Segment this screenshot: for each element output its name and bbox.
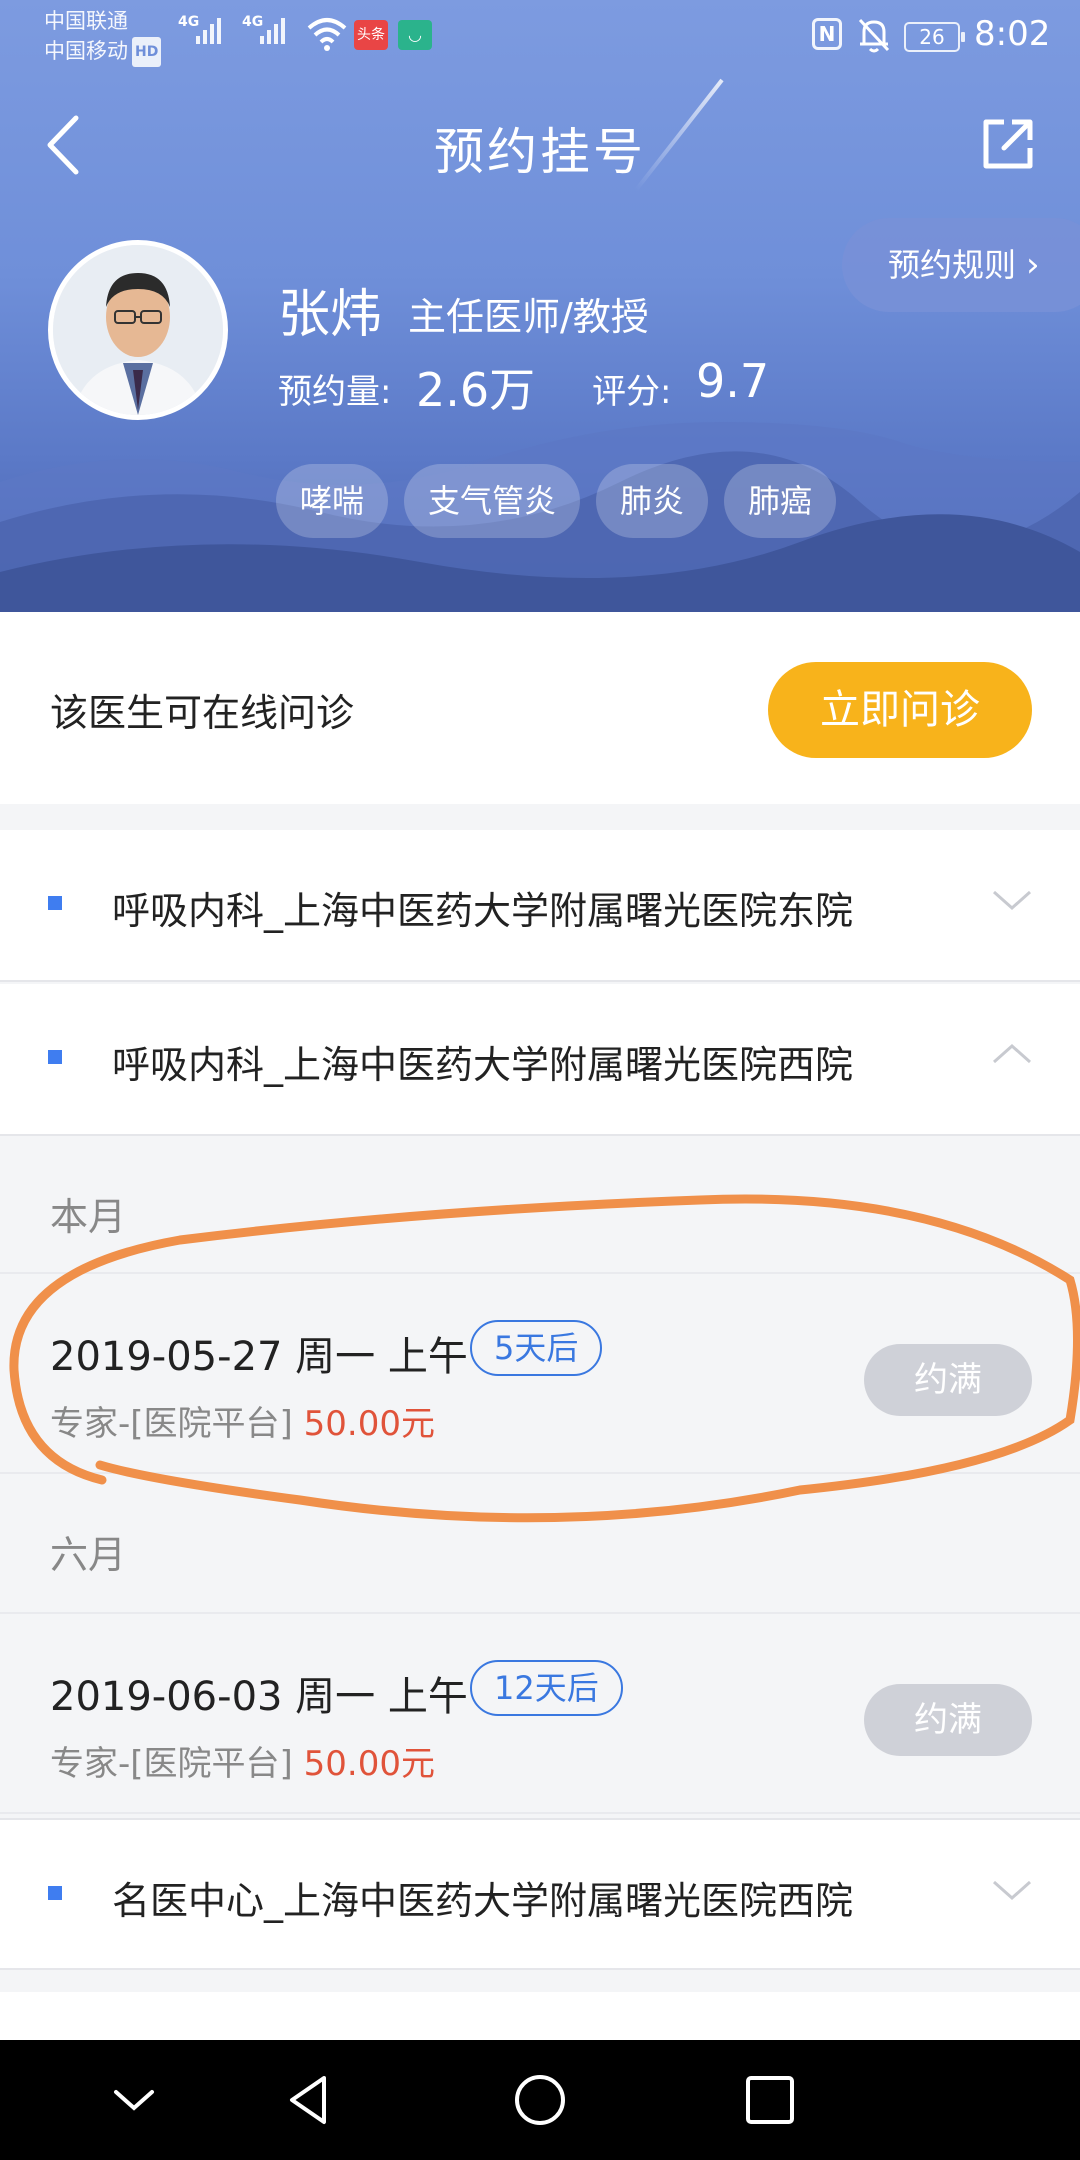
slot-type: 专家-[医院平台]: [50, 1744, 293, 1784]
month-label: 六月: [50, 1533, 127, 1577]
mi-app-icon: ◡: [398, 20, 432, 50]
department-row[interactable]: 呼吸内科_上海中医药大学附属曙光医院东院: [0, 830, 1080, 982]
nav-recents-icon[interactable]: [740, 2070, 800, 2130]
carrier-1: 中国联通: [44, 9, 128, 33]
month-label: 本月: [50, 1195, 127, 1239]
appointments-label: 预约量:: [278, 372, 392, 412]
specialty-tag: 哮喘: [276, 464, 389, 538]
doctor-avatar: [48, 240, 228, 420]
nav-home-icon[interactable]: [510, 2070, 570, 2130]
rating-label: 评分:: [592, 372, 672, 412]
month-header: 六月: [0, 1476, 1080, 1610]
specialty-tag: 肺炎: [596, 464, 709, 538]
bell-muted-icon: [858, 18, 890, 53]
nav-back-icon[interactable]: [280, 2070, 340, 2130]
carrier-info: 中国联通 中国移动 HD: [44, 6, 162, 67]
slot-date: 2019-05-27 周一 上午: [50, 1334, 468, 1380]
slot-type-line: 专家-[医院平台] 50.00元: [50, 1736, 435, 1785]
slot-date: 2019-06-03 周一 上午: [50, 1674, 468, 1720]
list-bottom: [0, 1992, 1080, 2040]
clock: 8:02: [974, 14, 1051, 54]
hide-keyboard-icon[interactable]: [104, 2070, 164, 2130]
doctor-title: 主任医师/教授: [408, 295, 649, 339]
slot-type-line: 专家-[医院平台] 50.00元: [50, 1396, 435, 1445]
days-ahead-badge: 5天后: [470, 1320, 603, 1376]
days-ahead-badge: 12天后: [470, 1660, 623, 1716]
signal-1-icon: [196, 18, 221, 44]
hd-badge: HD: [132, 37, 162, 67]
doctor-header: 中国联通 中国移动 HD 4G 4G 头条 ◡ N 26 8:02 预约挂号 预…: [0, 0, 1080, 612]
slot-price: 50.00元: [303, 1404, 435, 1444]
chevron-right-icon: ›: [1026, 245, 1040, 285]
slot-price: 50.00元: [303, 1744, 435, 1784]
department-row[interactable]: 名医中心_上海中医药大学附属曙光医院西院: [0, 1818, 1080, 1970]
specialty-tag: 肺癌: [724, 464, 837, 538]
department-name: 名医中心_上海中医药大学附属曙光医院西院: [112, 1879, 854, 1923]
schedule-slot: 2019-05-27 周一 上午 5天后 专家-[医院平台] 50.00元 约满: [0, 1272, 1080, 1474]
specialty-tag: 支气管炎: [404, 464, 581, 538]
chevron-down-icon: [993, 890, 1031, 911]
bullet-icon: [48, 896, 62, 910]
rating-value: 9.7: [696, 354, 770, 408]
department-name: 呼吸内科_上海中医药大学附属曙光医院东院: [112, 889, 854, 933]
slot-type: 专家-[医院平台]: [50, 1404, 293, 1444]
online-consult-text: 该医生可在线问诊: [50, 691, 355, 735]
schedule-slot: 2019-06-03 周一 上午 12天后 专家-[医院平台] 50.00元 约…: [0, 1612, 1080, 1814]
chevron-down-icon: [993, 1880, 1031, 1901]
department-row[interactable]: 呼吸内科_上海中医药大学附属曙光医院西院: [0, 984, 1080, 1136]
fully-booked-button[interactable]: 约满: [864, 1684, 1032, 1756]
month-header: 本月: [0, 1138, 1080, 1272]
wifi-icon: [307, 18, 347, 51]
nfc-icon: N: [812, 18, 842, 50]
booking-rules-button[interactable]: 预约规则 ›: [842, 218, 1080, 312]
toutiao-app-icon: 头条: [354, 20, 388, 50]
page-title: 预约挂号: [434, 123, 646, 181]
signal-2-icon: [260, 18, 285, 44]
booking-rules-label: 预约规则: [888, 246, 1017, 284]
system-navigation-bar: [0, 2040, 1080, 2160]
carrier-2: 中国移动: [44, 39, 128, 63]
doctor-name: 张炜: [278, 285, 383, 345]
department-name: 呼吸内科_上海中医药大学附属曙光医院西院: [112, 1043, 854, 1087]
share-button[interactable]: [980, 116, 1036, 172]
chevron-up-icon: [993, 1043, 1031, 1064]
status-bar: 中国联通 中国移动 HD 4G 4G 头条 ◡ N 26 8:02: [0, 0, 1080, 72]
doctor-photo: [53, 245, 223, 415]
consult-now-button[interactable]: 立即问诊: [768, 662, 1032, 758]
specialty-tags: 哮喘 支气管炎 肺炎 肺癌: [276, 464, 837, 538]
bullet-icon: [48, 1886, 62, 1900]
battery-icon: 26: [904, 22, 965, 52]
bullet-icon: [48, 1050, 62, 1064]
fully-booked-button[interactable]: 约满: [864, 1344, 1032, 1416]
online-consult-section: 该医生可在线问诊 立即问诊: [0, 612, 1080, 804]
appointments-value: 2.6万: [416, 363, 536, 417]
